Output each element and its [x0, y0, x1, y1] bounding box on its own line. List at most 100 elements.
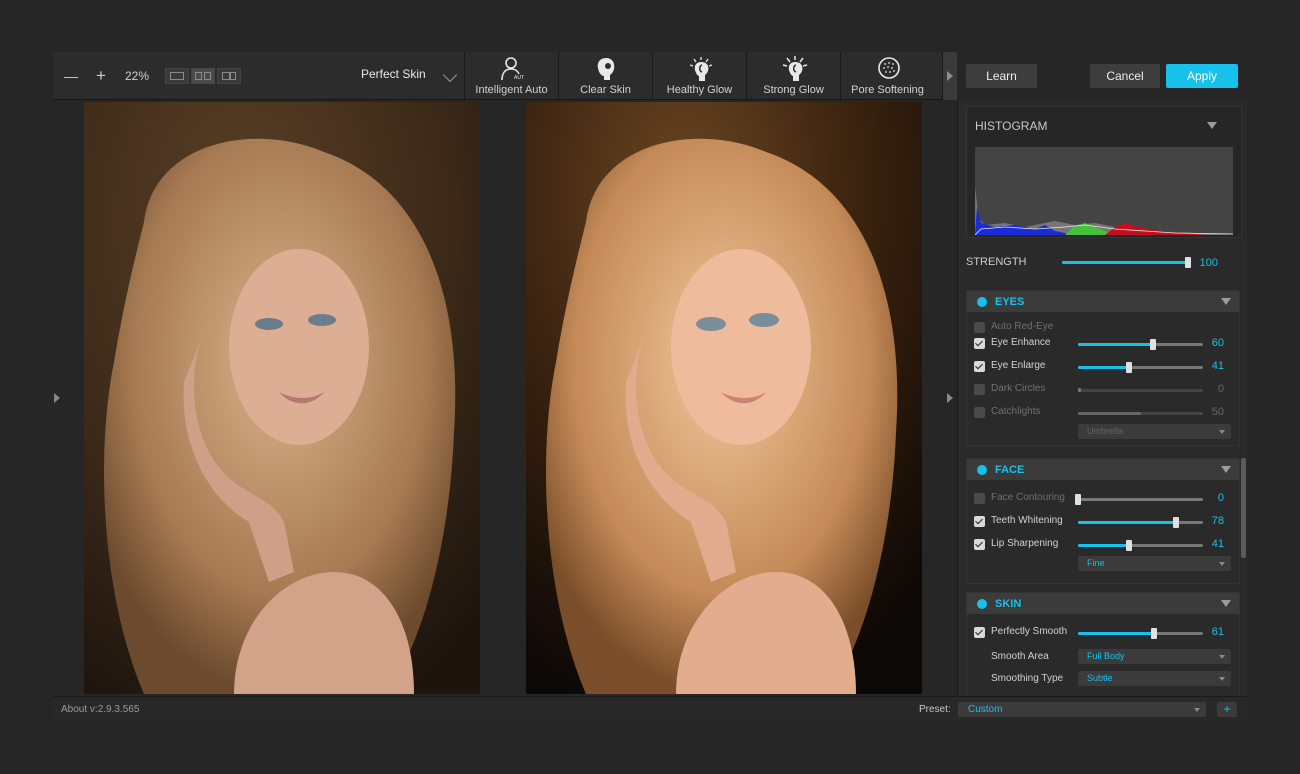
face-row-contouring: Face Contouring 0	[967, 490, 1241, 510]
histogram-section: HISTOGRAM	[966, 106, 1242, 238]
face-contouring-slider[interactable]	[1075, 494, 1203, 505]
status-bar: About v:2.9.3.565 Preset: Custom +	[53, 696, 1247, 720]
row-label: Teeth Whitening	[991, 515, 1063, 526]
preset-clear-skin[interactable]: Clear Skin	[558, 52, 652, 100]
lip-sharpening-checkbox[interactable]	[974, 539, 985, 550]
side-by-side-view-button[interactable]	[191, 68, 215, 84]
preset-intelligent-auto[interactable]: AUTO Intelligent Auto	[464, 52, 558, 100]
perfectly-smooth-value: 61	[1211, 626, 1224, 638]
auto-face-icon: AUTO	[501, 57, 524, 81]
lip-sharpening-slider[interactable]	[1078, 540, 1203, 551]
slider-fill	[1062, 261, 1188, 264]
dark-circles-slider[interactable]	[1078, 388, 1203, 392]
app-window: — + 22% Perfect Skin AUTO Intelligent Au…	[53, 52, 1247, 720]
collapse-icon[interactable]	[1207, 122, 1217, 129]
teeth-whitening-checkbox[interactable]	[974, 516, 985, 527]
slider-fill	[1078, 521, 1176, 524]
adjustments-panel: HISTOGRAM STRENGTH 100 EYES Auto Red-Eye…	[957, 100, 1247, 696]
eyes-row-eye-enlarge: Eye Enlarge 41	[967, 358, 1241, 378]
about-version[interactable]: About v:2.9.3.565	[61, 704, 139, 715]
smooth-area-dropdown[interactable]: Full Body	[1078, 649, 1231, 664]
single-view-button[interactable]	[165, 68, 189, 84]
row-label: Auto Red-Eye	[991, 321, 1054, 332]
eyes-row-eye-enhance: Eye Enhance 60	[967, 335, 1241, 355]
skin-title: SKIN	[995, 598, 1022, 610]
face-title: FACE	[995, 464, 1025, 476]
strength-slider[interactable]	[1062, 257, 1191, 268]
perfectly-smooth-slider[interactable]	[1078, 628, 1203, 639]
split-view-button[interactable]	[217, 68, 241, 84]
preset-label: Strong Glow	[763, 84, 824, 96]
slider-fill	[1078, 544, 1130, 547]
strong-glow-icon	[782, 56, 808, 81]
before-photo[interactable]	[84, 102, 480, 694]
preset-bar: AUTO Intelligent Auto Clear Skin	[464, 52, 934, 100]
preset-strong-glow[interactable]: Strong Glow	[746, 52, 840, 100]
dark-circles-value: 0	[1217, 383, 1224, 395]
left-panel-toggle-icon[interactable]	[54, 393, 60, 403]
eye-enhance-checkbox[interactable]	[974, 338, 985, 349]
learn-button[interactable]: Learn	[966, 64, 1037, 88]
skin-row-perfectly-smooth: Perfectly Smooth 61	[967, 624, 1241, 644]
view-mode-toggle	[165, 68, 241, 84]
add-preset-button[interactable]: +	[1217, 702, 1237, 717]
collapse-icon[interactable]	[1221, 466, 1231, 473]
eyes-section: EYES Auto Red-Eye Eye Enhance 60 Eye Enl…	[966, 290, 1240, 446]
collapse-icon[interactable]	[1221, 600, 1231, 607]
more-presets-button[interactable]	[942, 52, 957, 100]
catchlight-type-dropdown[interactable]: Umbrella	[1078, 424, 1231, 439]
chevron-down-icon[interactable]	[442, 67, 458, 83]
preset-healthy-glow[interactable]: Healthy Glow	[652, 52, 746, 100]
slider-handle[interactable]	[1075, 494, 1081, 505]
skin-header[interactable]: SKIN	[967, 593, 1239, 614]
healthy-glow-icon	[689, 57, 713, 81]
teeth-whitening-slider[interactable]	[1078, 517, 1203, 528]
eye-enlarge-slider[interactable]	[1078, 362, 1203, 373]
auto-red-eye-checkbox[interactable]	[974, 322, 985, 333]
slider-handle[interactable]	[1078, 388, 1081, 392]
zoom-in-button[interactable]: +	[96, 52, 106, 100]
clear-skin-icon	[597, 58, 615, 80]
catchlights-slider[interactable]	[1078, 412, 1203, 415]
slider-handle[interactable]	[1126, 362, 1133, 373]
eyes-header[interactable]: EYES	[967, 291, 1239, 312]
slider-handle[interactable]	[1151, 628, 1158, 639]
preset-label: Clear Skin	[580, 84, 631, 96]
sharpen-type-dropdown[interactable]: Fine	[1078, 556, 1231, 571]
collapse-icon[interactable]	[1221, 298, 1231, 305]
slider-fill	[1078, 343, 1153, 346]
apply-button[interactable]: Apply	[1166, 64, 1238, 88]
toggle-dot-icon[interactable]	[977, 465, 987, 475]
preset-dropdown[interactable]: Custom	[958, 702, 1206, 717]
smoothing-type-dropdown[interactable]: Subtle	[1078, 671, 1231, 686]
slider-handle[interactable]	[1150, 339, 1156, 350]
cancel-button[interactable]: Cancel	[1090, 64, 1160, 88]
row-label: Perfectly Smooth	[991, 626, 1068, 637]
slider-handle[interactable]	[1172, 517, 1179, 528]
eye-enhance-slider[interactable]	[1078, 339, 1203, 350]
zoom-level: 22%	[125, 69, 150, 83]
toggle-dot-icon[interactable]	[977, 599, 987, 609]
preset-pore-softening[interactable]: Pore Softening	[840, 52, 934, 100]
toggle-dot-icon[interactable]	[977, 297, 987, 307]
perfectly-smooth-checkbox[interactable]	[974, 627, 985, 638]
zoom-out-button[interactable]: —	[64, 52, 78, 100]
eye-enlarge-checkbox[interactable]	[974, 361, 985, 372]
teeth-whitening-value: 78	[1211, 515, 1224, 527]
face-row-lip-sharpening: Lip Sharpening 41	[967, 536, 1241, 556]
after-photo[interactable]	[526, 102, 922, 694]
slider-handle[interactable]	[1126, 540, 1133, 551]
skin-section: SKIN Perfectly Smooth 61 Smooth Area Ful…	[966, 592, 1240, 696]
dark-circles-checkbox[interactable]	[974, 384, 985, 395]
lip-sharpening-value: 41	[1211, 538, 1224, 550]
right-panel-toggle-icon[interactable]	[947, 393, 953, 403]
catchlights-checkbox[interactable]	[974, 407, 985, 418]
row-label: Smooth Area	[991, 651, 1049, 662]
face-header[interactable]: FACE	[967, 459, 1239, 480]
row-label: Catchlights	[991, 406, 1041, 417]
panel-scrollbar[interactable]	[1241, 458, 1246, 558]
preset-selector[interactable]: Perfect Skin	[361, 52, 426, 96]
toolbar: — + 22% Perfect Skin AUTO Intelligent Au…	[53, 52, 957, 100]
face-contouring-checkbox[interactable]	[974, 493, 985, 504]
row-label: Face Contouring	[991, 492, 1065, 503]
